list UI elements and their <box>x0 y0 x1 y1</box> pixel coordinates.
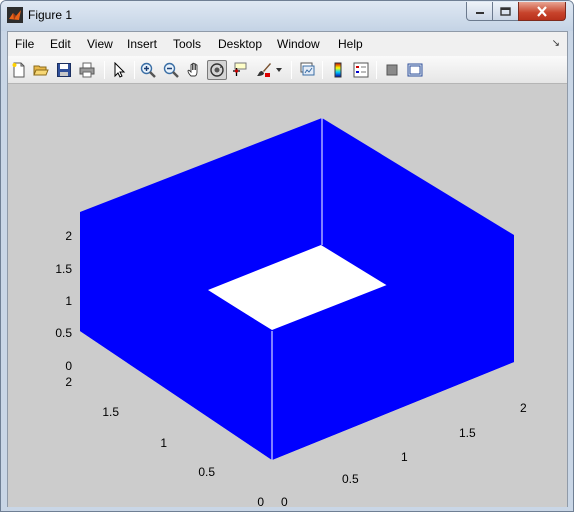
menu-view[interactable]: View <box>87 37 113 51</box>
hide-plot-tools-button[interactable] <box>382 60 402 80</box>
menu-tools[interactable]: Tools <box>173 37 201 51</box>
colorbar-icon <box>334 62 342 78</box>
matlab-logo-icon <box>7 7 23 23</box>
x-tick-label: 0 <box>281 495 288 507</box>
title-bar[interactable]: Figure 1 <box>1 1 573 31</box>
print-button[interactable] <box>77 60 97 80</box>
new-figure-button[interactable] <box>9 60 29 80</box>
rotate-3d-icon <box>210 63 224 77</box>
maximize-icon <box>500 6 511 16</box>
minimize-icon <box>475 12 484 14</box>
zoom-in-icon <box>140 62 156 78</box>
hide-tools-icon <box>386 64 398 76</box>
x-tick-label: 0.5 <box>342 472 359 486</box>
z-tick-label: 2 <box>65 229 72 243</box>
y-tick-label: 1 <box>160 436 167 450</box>
z-tick-label: 0.5 <box>55 326 72 340</box>
toolbar-separator <box>322 61 323 79</box>
new-page-icon <box>12 62 25 78</box>
x-tick-label: 1.5 <box>459 426 476 440</box>
y-tick-label: 1.5 <box>102 405 119 419</box>
z-tick-label: 1.5 <box>55 262 72 276</box>
save-button[interactable] <box>54 60 74 80</box>
window-title: Figure 1 <box>28 8 73 22</box>
menu-bar: File Edit View Insert Tools Desktop Wind… <box>8 32 567 56</box>
show-plot-tools-button[interactable] <box>405 60 425 80</box>
axes-3d-surface-plot[interactable]: 2 1.5 1 0.5 0 2 1.5 1 0.5 0 0 0.5 1 1.5 … <box>8 85 567 507</box>
minimize-button[interactable] <box>466 2 493 21</box>
legend-icon <box>353 62 369 78</box>
menu-file[interactable]: File <box>15 37 34 51</box>
figure-toolbar <box>8 56 567 84</box>
close-icon <box>537 5 547 17</box>
rotate-3d-button[interactable] <box>207 60 227 80</box>
brush-icon <box>257 63 271 77</box>
data-cursor-icon <box>233 62 247 76</box>
zoom-in-button[interactable] <box>138 60 158 80</box>
maximize-button[interactable] <box>492 2 519 21</box>
menu-window[interactable]: Window <box>277 37 320 51</box>
menu-desktop[interactable]: Desktop <box>218 37 262 51</box>
printer-icon <box>79 62 95 78</box>
insert-colorbar-button[interactable] <box>328 60 348 80</box>
data-cursor-button[interactable] <box>230 60 250 80</box>
brush-dropdown[interactable] <box>274 60 284 80</box>
z-tick-label: 1 <box>65 294 72 308</box>
x-tick-label: 2 <box>520 401 527 415</box>
hand-icon <box>187 62 198 77</box>
insert-legend-button[interactable] <box>351 60 371 80</box>
toolbar-separator <box>134 61 135 79</box>
figure-client-area: File Edit View Insert Tools Desktop Wind… <box>7 31 568 507</box>
toolbar-separator <box>291 61 292 79</box>
open-file-button[interactable] <box>31 60 51 80</box>
close-button[interactable] <box>518 2 566 21</box>
y-tick-label: 2 <box>65 375 72 389</box>
zoom-out-button[interactable] <box>161 60 181 80</box>
menu-help[interactable]: Help <box>338 37 363 51</box>
menu-edit[interactable]: Edit <box>50 37 71 51</box>
figure-window: Figure 1 File Edit View Insert Tools Des… <box>0 0 574 512</box>
z-tick-label: 0 <box>65 359 72 373</box>
folder-open-icon <box>33 65 49 76</box>
floppy-disk-icon <box>57 63 71 77</box>
menu-insert[interactable]: Insert <box>127 37 157 51</box>
caret-down-icon <box>276 68 282 72</box>
x-tick-label: 1 <box>401 450 408 464</box>
edit-plot-button[interactable] <box>109 60 129 80</box>
toolbar-separator <box>376 61 377 79</box>
pan-button[interactable] <box>184 60 204 80</box>
y-tick-label: 0 <box>257 495 264 507</box>
y-tick-label: 0.5 <box>198 465 215 479</box>
arrow-cursor-icon <box>114 62 126 78</box>
link-plot-icon <box>300 62 315 76</box>
brush-button[interactable] <box>254 60 274 80</box>
toolbar-separator <box>104 61 105 79</box>
link-plot-button[interactable] <box>297 60 317 80</box>
show-tools-icon <box>407 63 423 77</box>
zoom-out-icon <box>163 62 179 78</box>
dock-arrow-icon[interactable]: ↘ <box>552 38 560 49</box>
